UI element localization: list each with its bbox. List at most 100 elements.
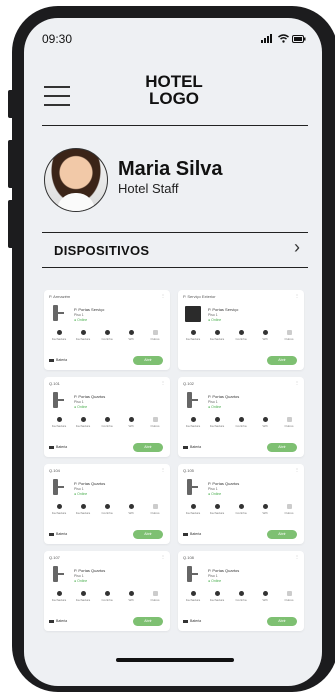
action-icon	[80, 417, 86, 422]
action-label: Fechadura	[51, 424, 67, 428]
action-icon	[190, 504, 196, 509]
action-icon	[214, 330, 220, 335]
action-label: Wifi	[128, 337, 134, 341]
device-action[interactable]: Cozinha	[97, 330, 117, 341]
device-floor: Piso 1	[208, 487, 218, 491]
device-action[interactable]: Outros	[279, 330, 299, 341]
home-indicator[interactable]	[116, 658, 234, 662]
device-action[interactable]: Fechadura	[73, 417, 93, 428]
more-icon[interactable]: ⋮	[295, 380, 299, 385]
action-icon	[238, 330, 244, 335]
action-icon	[262, 330, 268, 335]
device-action[interactable]: Fechadura	[183, 417, 203, 428]
device-action[interactable]: Fechadura	[183, 330, 203, 341]
device-action[interactable]: Wifi	[255, 504, 275, 515]
action-label: Wifi	[128, 424, 134, 428]
open-button[interactable]: Abrir	[267, 617, 297, 626]
device-action[interactable]: Wifi	[255, 591, 275, 602]
more-icon[interactable]: ⋮	[295, 554, 299, 559]
device-action[interactable]: Outros	[145, 591, 165, 602]
action-icon	[128, 591, 134, 596]
device-action[interactable]: Outros	[145, 330, 165, 341]
action-label: Cozinha	[235, 598, 247, 602]
device-action[interactable]: Cozinha	[231, 330, 251, 341]
device-action[interactable]: Fechadura	[183, 591, 203, 602]
device-action[interactable]: Cozinha	[231, 504, 251, 515]
device-action[interactable]: Outros	[279, 417, 299, 428]
battery-status: Bateria	[49, 532, 67, 536]
device-action[interactable]: Wifi	[255, 330, 275, 341]
action-icon	[190, 417, 196, 422]
action-icon	[104, 330, 110, 335]
open-button[interactable]: Abrir	[133, 617, 163, 626]
device-action[interactable]: Cozinha	[97, 504, 117, 515]
device-card[interactable]: Q.108 ⋮ P. Portas QuartosPiso 1Online Fecha…	[178, 551, 304, 631]
lock-icon	[187, 566, 198, 582]
device-card[interactable]: P. Serviço Exterior ⋮ P. Portas Serviço Pis…	[178, 290, 304, 370]
device-action[interactable]: Fechadura	[183, 504, 203, 515]
battery-status: Bateria	[183, 532, 201, 536]
device-action[interactable]: Fechadura	[49, 417, 69, 428]
device-action[interactable]: Cozinha	[231, 417, 251, 428]
hamburger-icon[interactable]	[44, 86, 70, 106]
divider	[42, 267, 308, 268]
open-button[interactable]: Abrir	[267, 356, 297, 365]
open-button[interactable]: Abrir	[133, 356, 163, 365]
device-action[interactable]: Wifi	[121, 330, 141, 341]
chevron-right-icon[interactable]: ›	[294, 237, 300, 258]
section-title[interactable]: DISPOSITIVOS	[54, 243, 149, 258]
more-icon[interactable]: ⋮	[161, 467, 165, 472]
more-icon[interactable]: ⋮	[161, 380, 165, 385]
device-action[interactable]: Outros	[279, 591, 299, 602]
device-action[interactable]: Fechadura	[207, 330, 227, 341]
more-icon[interactable]: ⋮	[295, 467, 299, 472]
device-action[interactable]: Cozinha	[97, 417, 117, 428]
user-role: Hotel Staff	[118, 181, 179, 196]
open-button[interactable]: Abrir	[133, 443, 163, 452]
device-action[interactable]: Wifi	[255, 417, 275, 428]
device-action[interactable]: Outros	[145, 504, 165, 515]
wifi-icon	[278, 34, 289, 43]
device-action[interactable]: Fechadura	[207, 504, 227, 515]
device-action[interactable]: Fechadura	[207, 591, 227, 602]
open-button[interactable]: Abrir	[267, 443, 297, 452]
action-icon	[56, 417, 62, 422]
device-action[interactable]: Fechadura	[207, 417, 227, 428]
device-action[interactable]: Fechadura	[49, 330, 69, 341]
device-title: P. Serviço Exterior	[183, 294, 216, 299]
device-action[interactable]: Fechadura	[49, 504, 69, 515]
action-label: Fechadura	[185, 424, 201, 428]
device-action[interactable]: Wifi	[121, 591, 141, 602]
device-action[interactable]: Outros	[279, 504, 299, 515]
device-card[interactable]: Q.102 ⋮ P. Portas QuartosPiso 1Online Fecha…	[178, 377, 304, 457]
device-status: Online	[74, 405, 87, 409]
device-action[interactable]: Wifi	[121, 417, 141, 428]
device-action[interactable]: Cozinha	[97, 591, 117, 602]
device-action[interactable]: Wifi	[121, 504, 141, 515]
device-card[interactable]: Q.101 ⋮ P. Portas QuartosPiso 1Online Fecha…	[44, 377, 170, 457]
device-action[interactable]: Fechadura	[73, 330, 93, 341]
device-actions: Fechadura Fechadura Cozinha Wifi Outros	[49, 504, 165, 515]
device-action[interactable]: Outros	[145, 417, 165, 428]
more-icon[interactable]: ⋮	[161, 293, 165, 298]
action-label: Cozinha	[101, 511, 113, 515]
device-card[interactable]: Q.107 ⋮ P. Portas QuartosPiso 1Online Fecha…	[44, 551, 170, 631]
lock-icon	[53, 479, 64, 495]
open-button[interactable]: Abrir	[133, 530, 163, 539]
action-icon	[80, 504, 86, 509]
action-label: Fechadura	[75, 424, 91, 428]
open-button[interactable]: Abrir	[267, 530, 297, 539]
more-icon[interactable]: ⋮	[295, 293, 299, 298]
device-action[interactable]: Fechadura	[49, 591, 69, 602]
device-action[interactable]: Fechadura	[73, 504, 93, 515]
action-label: Outros	[284, 424, 294, 428]
device-action[interactable]: Fechadura	[73, 591, 93, 602]
action-label: Fechadura	[185, 598, 201, 602]
device-card[interactable]: Q.105 ⋮ P. Portas QuartosPiso 1Online Fecha…	[178, 464, 304, 544]
more-icon[interactable]: ⋮	[161, 554, 165, 559]
device-floor: Piso 1	[208, 313, 218, 317]
action-icon	[262, 504, 268, 509]
device-card[interactable]: P. Armazém ⋮ P. Portas ServiçoPiso 1Online…	[44, 290, 170, 370]
device-card[interactable]: Q.104 ⋮ P. Portas QuartosPiso 1Online Fecha…	[44, 464, 170, 544]
device-action[interactable]: Cozinha	[231, 591, 251, 602]
